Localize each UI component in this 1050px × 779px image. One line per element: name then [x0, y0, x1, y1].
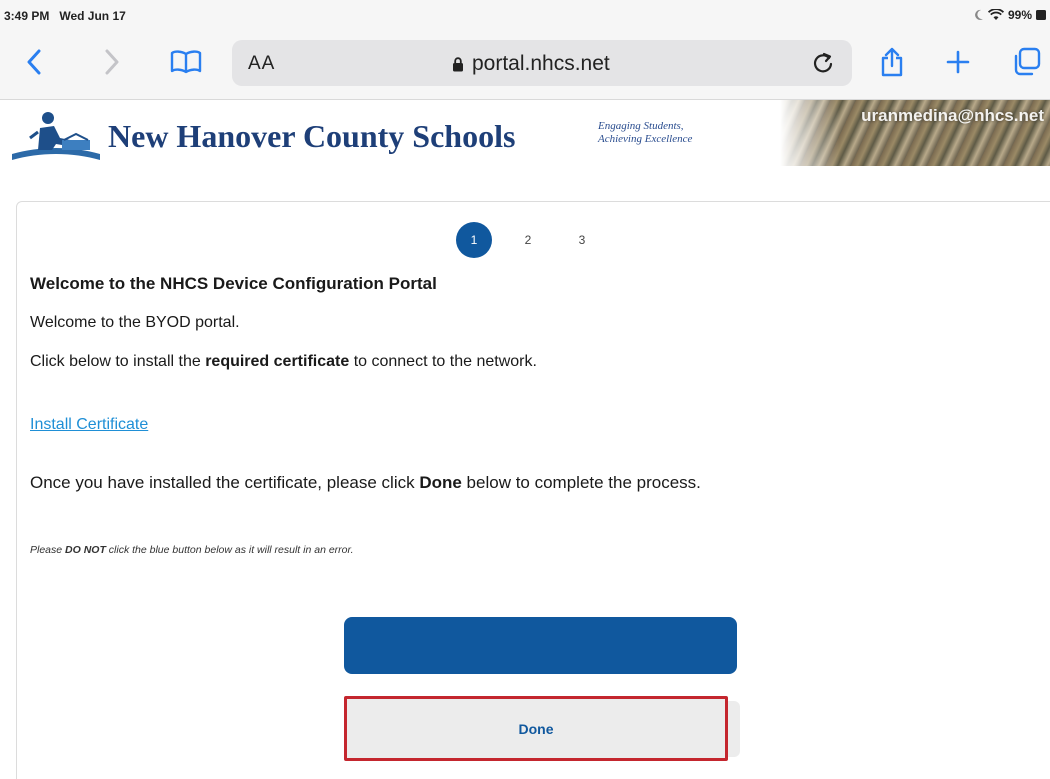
status-right: 99% — [974, 8, 1046, 22]
browser-toolbar: AA portal.nhcs.net — [0, 30, 1050, 100]
school-logo-icon — [10, 110, 102, 167]
url-display[interactable]: portal.nhcs.net — [452, 52, 610, 76]
step-2: 2 — [524, 233, 532, 247]
note-pre: Please — [30, 544, 66, 556]
portal-card: 1 2 3 Welcome to the NHCS Device Configu… — [16, 201, 1050, 779]
warning-note: Please DO NOT click the blue button belo… — [30, 544, 354, 556]
screen: 3:49 PM Wed Jun 17 99% AA portal.nhcs.ne… — [0, 0, 1050, 779]
step-1: 1 — [456, 222, 492, 258]
url-text: portal.nhcs.net — [472, 52, 610, 75]
back-button[interactable] — [14, 42, 54, 82]
moon-icon — [974, 9, 984, 21]
status-time: 3:49 PM — [4, 9, 50, 23]
status-bar: 3:49 PM Wed Jun 17 99% — [0, 0, 1050, 30]
welcome-text: Welcome to the BYOD portal. — [30, 314, 240, 331]
step-3: 3 — [578, 233, 586, 247]
bookmarks-button[interactable] — [166, 42, 206, 82]
tagline-line-1: Engaging Students, — [598, 120, 684, 132]
plus-icon — [946, 50, 970, 74]
install-certificate-link[interactable]: Install Certificate — [30, 416, 148, 434]
share-icon — [881, 47, 903, 77]
instruction-pre: Click below to install the — [30, 353, 206, 370]
reload-icon — [813, 52, 833, 73]
forward-button[interactable] — [92, 42, 132, 82]
lock-icon — [453, 56, 463, 71]
page-title: Welcome to the NHCS Device Configuration… — [30, 274, 437, 293]
reader-view-button[interactable]: AA — [248, 53, 275, 75]
done-post: below to complete the process. — [461, 473, 701, 492]
note-post: click the blue button below as it will r… — [105, 544, 354, 556]
new-tab-button[interactable] — [938, 42, 978, 82]
share-button[interactable] — [872, 42, 912, 82]
status-date: Wed Jun 17 — [59, 9, 126, 23]
tabs-overview-button[interactable] — [1006, 42, 1046, 82]
header-photo: uranmedina@nhcs.net — [780, 100, 1050, 166]
instruction-text: Click below to install the required cert… — [30, 353, 537, 371]
done-button-edge — [728, 701, 740, 757]
step-indicator: 1 2 3 — [456, 222, 618, 258]
chevron-left-icon — [27, 49, 41, 75]
note-bold: DO NOT — [65, 544, 106, 556]
instruction-bold: required certificate — [205, 353, 350, 370]
tabs-icon — [1014, 47, 1041, 76]
user-email: uranmedina@nhcs.net — [861, 106, 1044, 125]
aa-label: AA — [248, 53, 276, 74]
instruction-post: to connect to the network. — [349, 353, 537, 370]
done-instruction-text: Once you have installed the certificate,… — [30, 473, 701, 493]
school-tagline: Engaging Students, Achieving Excellence — [598, 120, 768, 146]
done-bold: Done — [419, 473, 462, 492]
address-bar[interactable]: AA portal.nhcs.net — [232, 40, 852, 86]
chevron-right-icon — [105, 49, 119, 75]
status-left: 3:49 PM Wed Jun 17 — [4, 9, 126, 23]
done-pre: Once you have installed the certificate,… — [30, 473, 420, 492]
reload-button[interactable] — [812, 51, 834, 80]
tagline-line-2: Achieving Excellence — [598, 133, 693, 145]
school-name: New Hanover County Schools — [108, 118, 516, 154]
book-icon — [170, 50, 202, 74]
site-header: New Hanover County Schools Engaging Stud… — [0, 100, 1050, 175]
wifi-icon — [987, 9, 1004, 21]
battery-percent: 99% — [1007, 8, 1032, 22]
blue-button[interactable] — [344, 617, 737, 674]
done-button[interactable]: Done — [344, 696, 728, 761]
battery-icon — [1036, 9, 1046, 21]
